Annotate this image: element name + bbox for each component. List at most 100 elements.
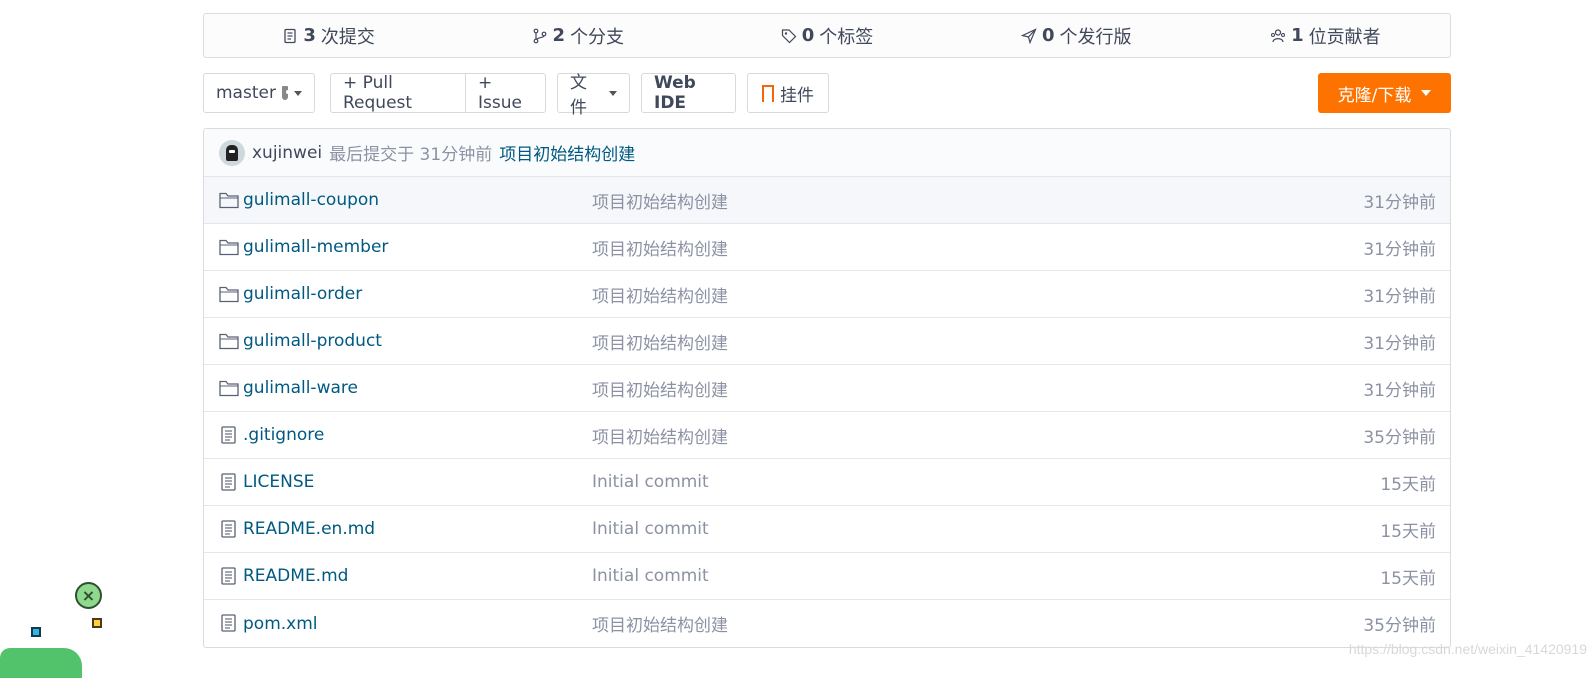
- contributors-icon: [1271, 28, 1286, 42]
- release-icon: [1020, 27, 1037, 44]
- chevron-down-icon: [294, 90, 302, 96]
- file-list: gulimall-coupon 项目初始结构创建 31分钟前 gulimall-mem…: [204, 177, 1450, 647]
- pull-request-button[interactable]: + Pull Request: [330, 73, 466, 113]
- commit-time: 31分钟前: [1363, 239, 1436, 260]
- commit-message[interactable]: Initial commit: [592, 472, 709, 492]
- stat-count: 1: [1291, 25, 1304, 46]
- close-icon[interactable]: ×: [75, 582, 102, 609]
- file-name-link[interactable]: README.md: [243, 566, 348, 586]
- branch-name: master: [216, 83, 276, 103]
- file-name-link[interactable]: README.en.md: [243, 519, 375, 539]
- commit-time: 31分钟前: [1363, 333, 1436, 354]
- file-row[interactable]: README.en.md Initial commit 15天前: [204, 506, 1450, 553]
- file-icon: [219, 473, 239, 491]
- branch-selector[interactable]: master: [203, 73, 315, 113]
- folder-icon: [219, 379, 239, 397]
- file-row[interactable]: .gitignore 项目初始结构创建 35分钟前: [204, 412, 1450, 459]
- commit-meta: 最后提交于 31分钟前: [329, 145, 493, 165]
- commit-message[interactable]: 项目初始结构创建: [592, 188, 728, 213]
- commit-time: 35分钟前: [1363, 427, 1436, 448]
- folder-icon: [219, 332, 239, 350]
- folder-icon: [219, 191, 239, 209]
- widget-label: 挂件: [780, 85, 814, 106]
- repo-panel: 3 次提交 2 个分支 0 个标签 0 个发行版 1 位贡献者 master +…: [203, 13, 1451, 648]
- commit-message[interactable]: 项目初始结构创建: [592, 611, 728, 636]
- commit-message-link[interactable]: 项目初始结构创建: [499, 140, 635, 165]
- file-name-link[interactable]: gulimall-member: [243, 237, 388, 257]
- tag-icon: [781, 28, 797, 43]
- protected-branch-icon: [281, 86, 291, 100]
- commit-message[interactable]: 项目初始结构创建: [592, 329, 728, 354]
- chevron-down-icon: [609, 90, 617, 96]
- stat-count: 3: [303, 25, 316, 46]
- stat-label: 个发行版: [1059, 26, 1132, 48]
- file-row[interactable]: gulimall-ware 项目初始结构创建 31分钟前: [204, 365, 1450, 412]
- stat-commits[interactable]: 3 次提交: [204, 23, 453, 49]
- widget-button[interactable]: 挂件: [747, 73, 829, 113]
- file-row[interactable]: gulimall-member 项目初始结构创建 31分钟前: [204, 224, 1450, 271]
- commit-message[interactable]: Initial commit: [592, 519, 709, 539]
- watermark: https://blog.csdn.net/weixin_41420919: [1348, 641, 1587, 657]
- file-name-link[interactable]: .gitignore: [243, 425, 324, 445]
- file-row[interactable]: README.md Initial commit 15天前: [204, 553, 1450, 600]
- commit-message[interactable]: Initial commit: [592, 566, 709, 586]
- stat-label: 个分支: [570, 26, 625, 48]
- commit-time: 15天前: [1380, 521, 1436, 542]
- file-menu-label: 文件: [570, 73, 587, 118]
- stat-contributors[interactable]: 1 位贡献者: [1201, 23, 1450, 49]
- commit-time: 31分钟前: [1363, 380, 1436, 401]
- commit-author[interactable]: xujinwei: [252, 143, 322, 163]
- file-tree: xujinwei 最后提交于 31分钟前 项目初始结构创建 gulimall-c…: [203, 128, 1451, 648]
- pr-issue-group: + Pull Request + Issue: [330, 73, 546, 113]
- stat-count: 2: [552, 25, 566, 46]
- file-name-link[interactable]: pom.xml: [243, 614, 318, 634]
- stat-releases[interactable]: 0 个发行版: [952, 23, 1201, 49]
- branch-icon: [533, 28, 546, 43]
- file-menu-button[interactable]: 文件: [557, 73, 630, 118]
- commit-time: 15天前: [1380, 568, 1436, 589]
- stat-count: 0: [1041, 25, 1055, 46]
- file-icon: [219, 567, 239, 585]
- stat-label: 位贡献者: [1308, 26, 1381, 48]
- stat-label: 次提交: [320, 26, 375, 48]
- file-row[interactable]: gulimall-order 项目初始结构创建 31分钟前: [204, 271, 1450, 318]
- decorative-square-icon: [92, 618, 102, 628]
- stat-branches[interactable]: 2 个分支: [453, 23, 702, 49]
- folder-icon: [219, 285, 239, 303]
- commit-message[interactable]: 项目初始结构创建: [592, 282, 728, 307]
- file-row[interactable]: gulimall-product 项目初始结构创建 31分钟前: [204, 318, 1450, 365]
- file-row[interactable]: LICENSE Initial commit 15天前: [204, 459, 1450, 506]
- web-ide-button[interactable]: Web IDE: [641, 73, 736, 113]
- commit-message[interactable]: 项目初始结构创建: [592, 376, 728, 401]
- file-icon: [219, 614, 239, 632]
- commit-icon: [284, 28, 296, 43]
- chevron-down-icon: [1421, 90, 1432, 96]
- file-row[interactable]: pom.xml 项目初始结构创建 35分钟前: [204, 600, 1450, 647]
- last-commit-bar: xujinwei 最后提交于 31分钟前 项目初始结构创建: [204, 129, 1450, 177]
- file-name-link[interactable]: gulimall-coupon: [243, 190, 379, 210]
- file-name-link[interactable]: gulimall-order: [243, 284, 362, 304]
- clone-download-button[interactable]: 克隆/下载: [1318, 73, 1451, 113]
- folder-icon: [219, 238, 239, 256]
- bookmark-icon: [762, 84, 774, 103]
- commit-message[interactable]: 项目初始结构创建: [592, 235, 728, 260]
- commit-time: 15天前: [1380, 474, 1436, 495]
- file-icon: [219, 520, 239, 538]
- file-name-link[interactable]: gulimall-ware: [243, 378, 358, 398]
- stat-count: 0: [801, 25, 815, 46]
- decorative-sticker: [0, 648, 82, 678]
- clone-label: 克隆/下载: [1337, 85, 1412, 106]
- commit-message[interactable]: 项目初始结构创建: [592, 423, 728, 448]
- decorative-square-icon: [31, 627, 41, 637]
- stat-label: 个标签: [819, 26, 874, 48]
- commit-time: 31分钟前: [1363, 192, 1436, 213]
- issue-button[interactable]: + Issue: [466, 73, 546, 113]
- file-row[interactable]: gulimall-coupon 项目初始结构创建 31分钟前: [204, 177, 1450, 224]
- repo-toolbar: master + Pull Request + Issue 文件 Web IDE…: [203, 73, 1451, 118]
- commit-time: 31分钟前: [1363, 286, 1436, 307]
- file-name-link[interactable]: gulimall-product: [243, 331, 382, 351]
- commit-time: 35分钟前: [1363, 616, 1436, 636]
- avatar[interactable]: [219, 139, 245, 166]
- file-name-link[interactable]: LICENSE: [243, 472, 314, 492]
- stat-tags[interactable]: 0 个标签: [702, 23, 951, 49]
